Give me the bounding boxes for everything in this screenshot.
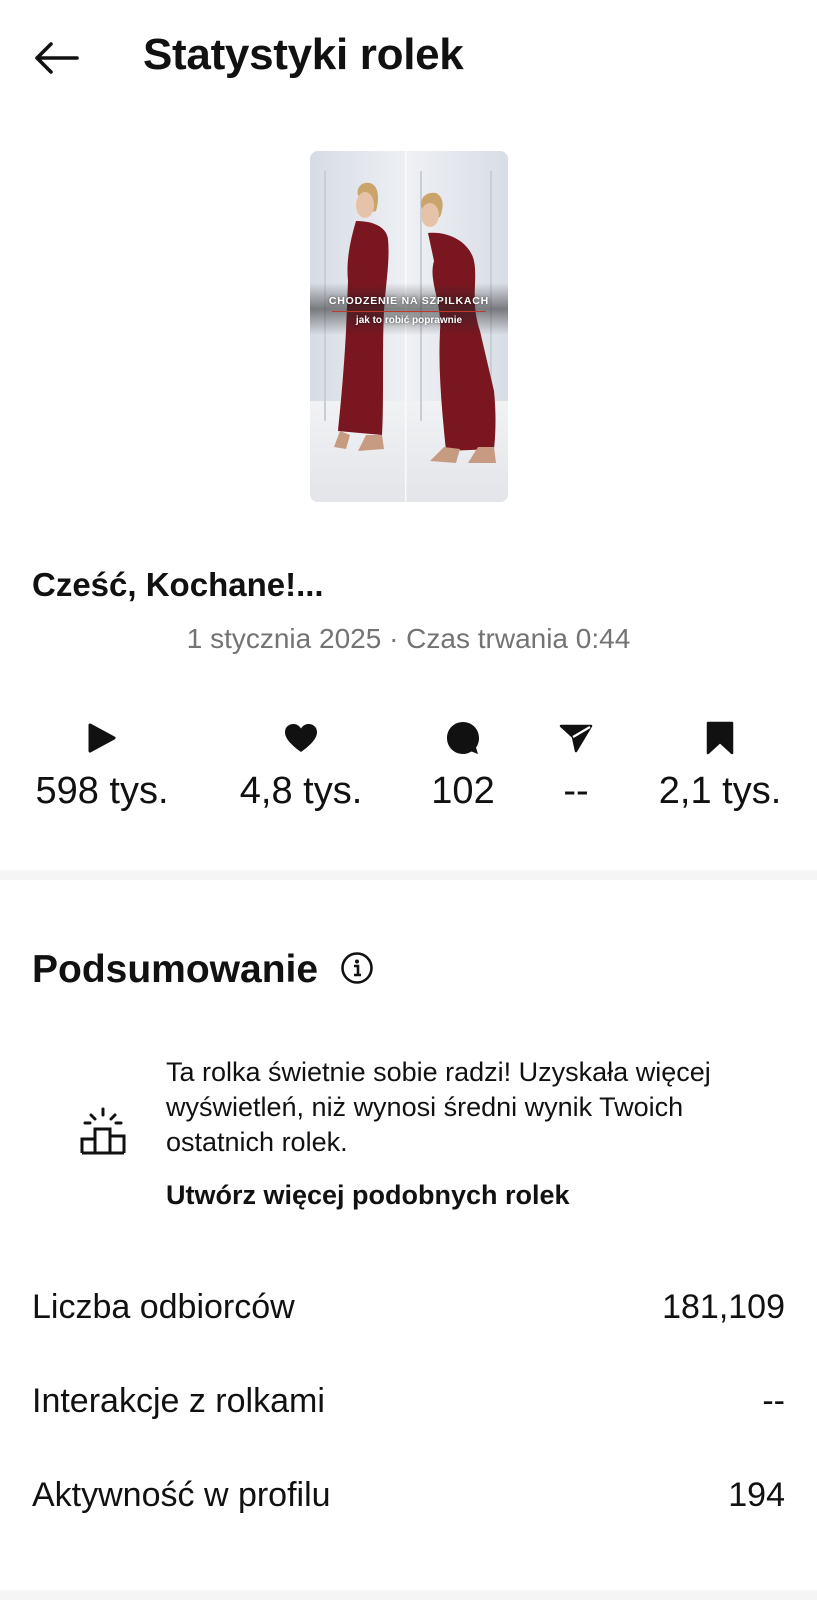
info-icon[interactable] [340, 951, 374, 985]
create-similar-reels-link[interactable]: Utwórz więcej podobnych rolek [166, 1180, 570, 1211]
arrow-left-icon [35, 42, 79, 74]
reel-thumbnail-image [310, 151, 508, 502]
metric-value: -- [762, 1382, 785, 1420]
play-icon [88, 723, 116, 753]
header: Statystyki rolek [0, 0, 817, 115]
summary-title: Podsumowanie [32, 948, 319, 991]
podium-icon [80, 1107, 126, 1155]
metric-row-accounts-reached[interactable]: Liczba odbiorców 181,109 [32, 1288, 785, 1327]
heart-icon [285, 724, 317, 752]
metric-label: Interakcje z rolkami [32, 1382, 325, 1420]
metric-value: 181,109 [662, 1288, 785, 1326]
share-icon [559, 724, 593, 753]
stat-value: 2,1 tys. [658, 770, 782, 812]
thumbnail-divider [332, 311, 486, 312]
metric-row-profile-activity[interactable]: Aktywność w profilu 194 [32, 1476, 785, 1515]
thumbnail-subtitle: jak to robić poprawnie [355, 315, 463, 326]
section-divider [0, 870, 817, 880]
reel-thumbnail[interactable]: CHODZENIE NA SZPILKACH jak to robić popr… [310, 151, 508, 502]
stat-value: 598 tys. [35, 770, 169, 812]
metric-row-reel-interactions[interactable]: Interakcje z rolkami -- [32, 1382, 785, 1421]
metric-value: 194 [728, 1476, 785, 1514]
stat-value: 4,8 tys. [239, 770, 363, 812]
metric-label: Liczba odbiorców [32, 1288, 295, 1326]
stat-plays: 598 tys. [12, 718, 192, 813]
thumbnail-title: CHODZENIE NA SZPILKACH [328, 295, 490, 307]
reel-meta: 1 stycznia 2025 · Czas trwania 0:44 [186, 623, 631, 654]
comment-icon [447, 722, 479, 754]
metric-label: Aktywność w profilu [32, 1476, 331, 1514]
bookmark-icon [706, 721, 734, 755]
reel-caption: Cześć, Kochane!... [32, 566, 324, 603]
stat-likes: 4,8 tys. [211, 718, 391, 813]
stat-saves: 2,1 tys. [630, 718, 810, 813]
page-title: Statystyki rolek [143, 30, 464, 79]
bottom-divider [0, 1590, 817, 1600]
insight-text: Ta rolka świetnie sobie radzi! Uzyskała … [166, 1057, 711, 1157]
back-button[interactable] [28, 34, 84, 82]
